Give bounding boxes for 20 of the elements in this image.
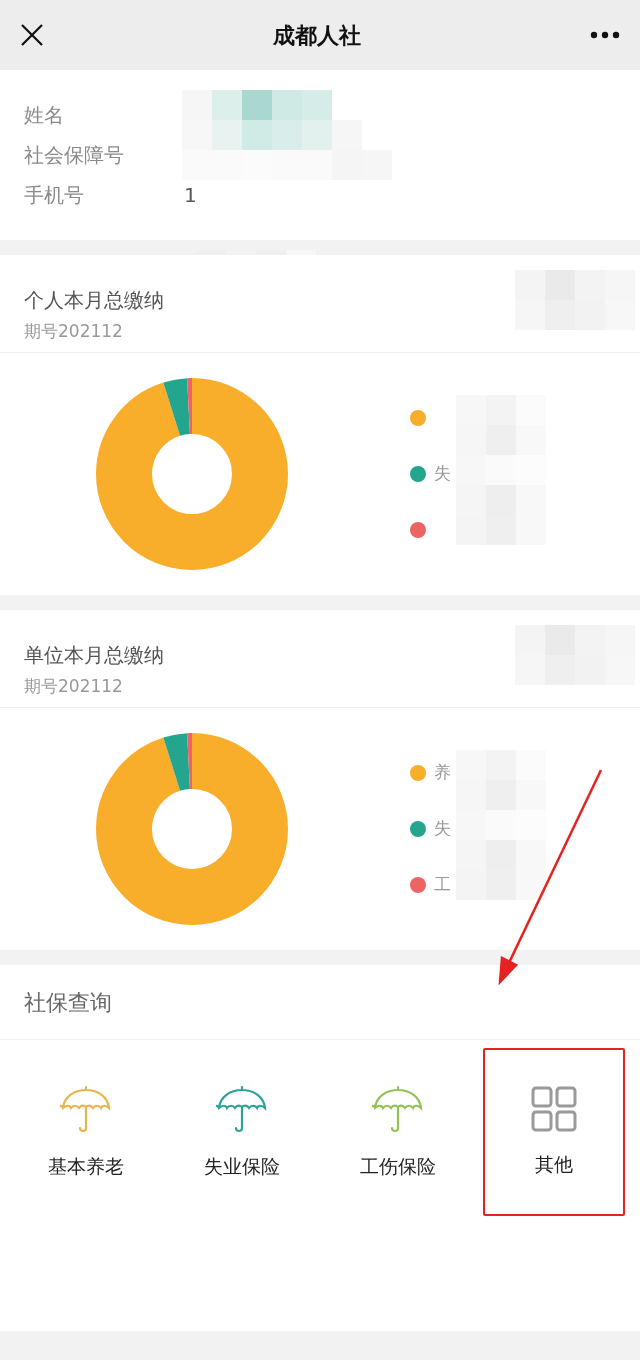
card-title: 个人本月总缴纳: [24, 287, 165, 314]
legend-label: 养: [434, 761, 451, 785]
service-tile[interactable]: 失业保险: [171, 1048, 313, 1216]
card-title: 单位本月总缴纳: [24, 642, 165, 669]
legend-label: 失: [434, 817, 451, 841]
field-label: 姓名: [24, 102, 65, 129]
field-label: 社会保障号: [24, 142, 125, 169]
field-label: 手机号: [24, 182, 85, 209]
legend-label: 失: [434, 462, 451, 486]
section-title: 社保查询: [24, 988, 112, 1017]
service-tile[interactable]: 其他: [483, 1048, 625, 1216]
service-tile[interactable]: 基本养老: [15, 1048, 157, 1216]
period-label: 期号202112: [24, 320, 124, 343]
period-label: 期号202112: [24, 675, 124, 698]
more-icon[interactable]: [590, 31, 620, 39]
window-title: 成都人社: [273, 20, 361, 50]
close-icon[interactable]: [20, 23, 44, 47]
field-value: 1: [184, 182, 197, 209]
service-tile[interactable]: 工伤保险: [327, 1048, 469, 1216]
legend-label: 工: [434, 873, 451, 897]
